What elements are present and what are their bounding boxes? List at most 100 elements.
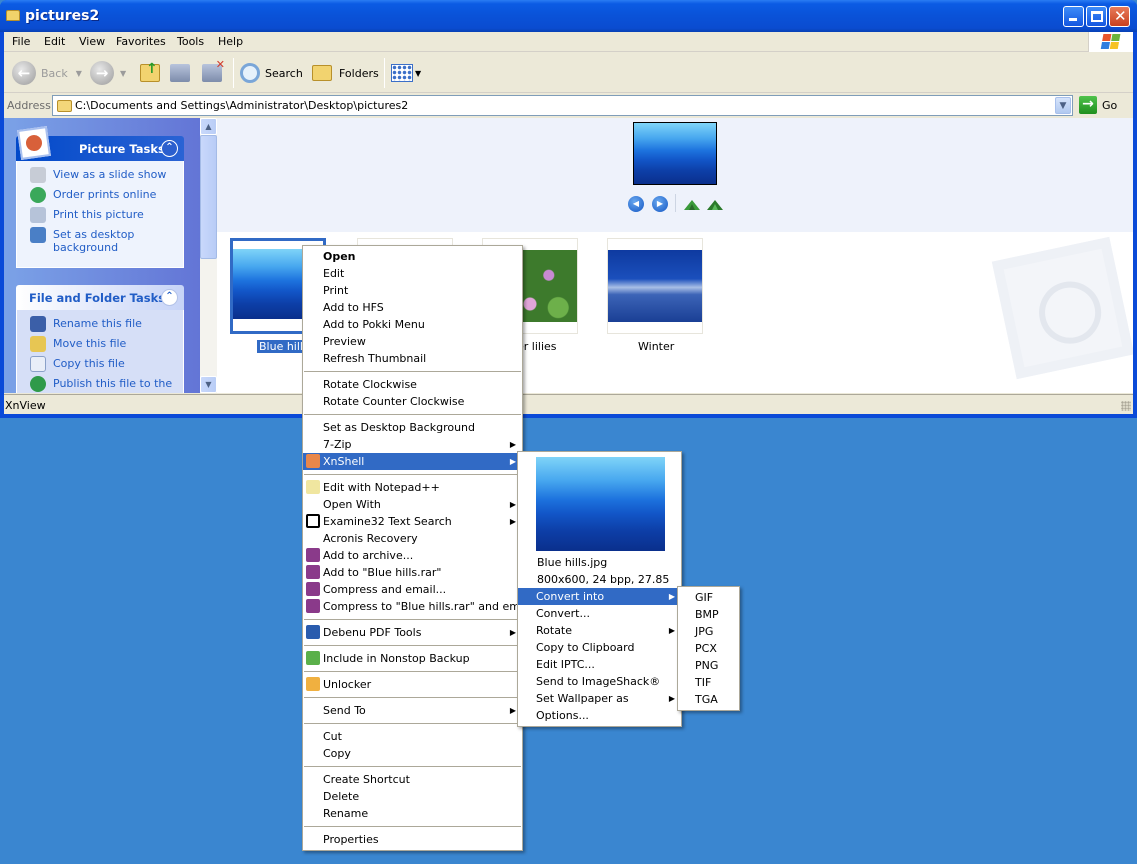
menu-item-rotate-counter-clockwise[interactable]: Rotate Counter Clockwise [303, 393, 522, 410]
xnshell-item-send-to-imageshack[interactable]: Send to ImageShack® [518, 673, 681, 690]
menu-item-label: Send to ImageShack® [536, 675, 661, 688]
collapse-chevron-icon[interactable]: ⌃ [161, 289, 178, 306]
menu-item-debenu-pdf-tools[interactable]: Debenu PDF Tools ▶ [303, 624, 522, 641]
task-order-prints[interactable]: Order prints online [17, 187, 183, 207]
menu-item-acronis-recovery[interactable]: Acronis Recovery [303, 530, 522, 547]
thumbnail-label[interactable]: Winter [638, 340, 674, 353]
menu-item-send-to[interactable]: Send To ▶ [303, 702, 522, 719]
maximize-button[interactable] [1086, 6, 1107, 27]
address-input[interactable]: C:\Documents and Settings\Administrator\… [52, 95, 1073, 116]
winrar-icon [306, 582, 320, 596]
menu-item-open[interactable]: Open [303, 248, 522, 265]
preview-area: ◀ ▶ [217, 118, 1133, 232]
convert-format-tif[interactable]: TIF [678, 674, 739, 691]
windows-flag-icon [1100, 34, 1122, 50]
resize-grip-icon[interactable] [1121, 401, 1131, 411]
menu-item-add-to-pokki-menu[interactable]: Add to Pokki Menu [303, 316, 522, 333]
close-button[interactable]: ✕ [1109, 6, 1130, 27]
menu-item-properties[interactable]: Properties [303, 831, 522, 848]
menu-tools[interactable]: Tools [177, 35, 204, 48]
xnshell-item-rotate[interactable]: Rotate ▶ [518, 622, 681, 639]
convert-format-gif[interactable]: GIF [678, 589, 739, 606]
task-print-picture[interactable]: Print this picture [17, 207, 183, 227]
menu-favorites[interactable]: Favorites [116, 35, 166, 48]
up-folder-button[interactable]: ↑ [140, 61, 160, 85]
views-button[interactable]: ▼ [391, 61, 421, 85]
menu-item-add-to-blue-hills-rar[interactable]: Add to "Blue hills.rar" [303, 564, 522, 581]
menu-item-compress-to-blue-hills-rar-and-email[interactable]: Compress to "Blue hills.rar" and email [303, 598, 533, 615]
task-copy-file[interactable]: Copy this file [17, 356, 183, 376]
rotate-counterclockwise-button[interactable] [707, 198, 723, 210]
xnshell-item-copy-to-clipboard[interactable]: Copy to Clipboard [518, 639, 681, 656]
task-rename-file[interactable]: Rename this file [17, 316, 183, 336]
scrollbar-thumb[interactable] [200, 135, 217, 259]
menu-view[interactable]: View [79, 35, 105, 48]
menu-edit[interactable]: Edit [44, 35, 65, 48]
back-dropdown-icon[interactable]: ▼ [76, 69, 82, 78]
convert-format-png[interactable]: PNG [678, 657, 739, 674]
copy-to-button[interactable] [170, 61, 190, 85]
menu-item-7-zip[interactable]: 7-Zip ▶ [303, 436, 522, 453]
address-dropdown-icon[interactable]: ▼ [1055, 97, 1071, 114]
go-button[interactable]: → Go [1079, 96, 1117, 114]
xnshell-item-options[interactable]: Options... [518, 707, 681, 724]
xnshell-item-edit-iptc[interactable]: Edit IPTC... [518, 656, 681, 673]
menu-file[interactable]: File [12, 35, 30, 48]
picture-tasks-header[interactable]: Picture Tasks ⌃ [16, 126, 184, 161]
menu-item-unlocker[interactable]: Unlocker [303, 676, 522, 693]
task-view-slideshow[interactable]: View as a slide show [17, 167, 183, 187]
menu-item-label: Rotate Clockwise [323, 378, 417, 391]
vertical-scrollbar[interactable]: ▲ ▼ [200, 118, 217, 393]
submenu-arrow-icon: ▶ [509, 500, 516, 509]
convert-format-bmp[interactable]: BMP [678, 606, 739, 623]
minimize-button[interactable] [1063, 6, 1084, 27]
previous-image-button[interactable]: ◀ [628, 196, 644, 212]
file-folder-tasks-header[interactable]: File and Folder Tasks ⌃ [16, 285, 184, 310]
menu-help[interactable]: Help [218, 35, 243, 48]
menu-item-compress-and-email[interactable]: Compress and email... [303, 581, 522, 598]
rotate-clockwise-button[interactable] [684, 198, 700, 210]
menu-item-cut[interactable]: Cut [303, 728, 522, 745]
next-image-button[interactable]: ▶ [652, 196, 668, 212]
menu-item-label: Cut [323, 730, 342, 743]
menu-item-edit-with-notepad[interactable]: Edit with Notepad++ [303, 479, 522, 496]
forward-dropdown-icon[interactable]: ▼ [120, 69, 126, 78]
menu-item-add-to-hfs[interactable]: Add to HFS [303, 299, 522, 316]
xnshell-item-set-wallpaper-as[interactable]: Set Wallpaper as ▶ [518, 690, 681, 707]
collapse-chevron-icon[interactable]: ⌃ [161, 140, 178, 157]
xnshell-item-convert-into[interactable]: Convert into ▶ [518, 588, 681, 605]
scroll-down-icon[interactable]: ▼ [200, 376, 217, 393]
menu-item-create-shortcut[interactable]: Create Shortcut [303, 771, 522, 788]
menu-item-include-in-nonstop-backup[interactable]: Include in Nonstop Backup [303, 650, 522, 667]
menu-item-edit[interactable]: Edit [303, 265, 522, 282]
menu-item-delete[interactable]: Delete [303, 788, 522, 805]
forward-button[interactable]: → ▼ [90, 61, 126, 85]
menu-item-examine32-text-search[interactable]: Examine32 Text Search ▶ [303, 513, 522, 530]
menu-item-add-to-archive[interactable]: Add to archive... [303, 547, 522, 564]
back-button[interactable]: ← Back ▼ [12, 61, 82, 85]
convert-format-tga[interactable]: TGA [678, 691, 739, 708]
menu-item-rename[interactable]: Rename [303, 805, 522, 822]
menu-item-print[interactable]: Print [303, 282, 522, 299]
menu-item-preview[interactable]: Preview [303, 333, 522, 350]
menu-item-xnshell[interactable]: XnShell ▶ [303, 453, 522, 470]
search-button[interactable]: Search [240, 61, 303, 85]
menu-item-copy[interactable]: Copy [303, 745, 522, 762]
thumbnail-winter[interactable] [607, 238, 703, 334]
folders-button[interactable]: Folders [312, 61, 379, 85]
convert-format-pcx[interactable]: PCX [678, 640, 739, 657]
xnshell-item-convert[interactable]: Convert... [518, 605, 681, 622]
task-move-file[interactable]: Move this file [17, 336, 183, 356]
menu-separator [304, 697, 521, 698]
menu-item-set-as-desktop-background[interactable]: Set as Desktop Background [303, 419, 522, 436]
menu-item-refresh-thumbnail[interactable]: Refresh Thumbnail [303, 350, 522, 367]
convert-format-jpg[interactable]: JPG [678, 623, 739, 640]
menu-item-rotate-clockwise[interactable]: Rotate Clockwise [303, 376, 522, 393]
task-publish-web[interactable]: Publish this file to the [17, 376, 183, 393]
menu-item-open-with[interactable]: Open With ▶ [303, 496, 522, 513]
xnshell-preview-image [536, 457, 665, 551]
task-set-desktop-background[interactable]: Set as desktop background [17, 227, 183, 259]
delete-button[interactable]: ✕ [202, 58, 225, 85]
title-bar[interactable]: pictures2 ✕ [0, 0, 1137, 32]
scroll-up-icon[interactable]: ▲ [200, 118, 217, 135]
